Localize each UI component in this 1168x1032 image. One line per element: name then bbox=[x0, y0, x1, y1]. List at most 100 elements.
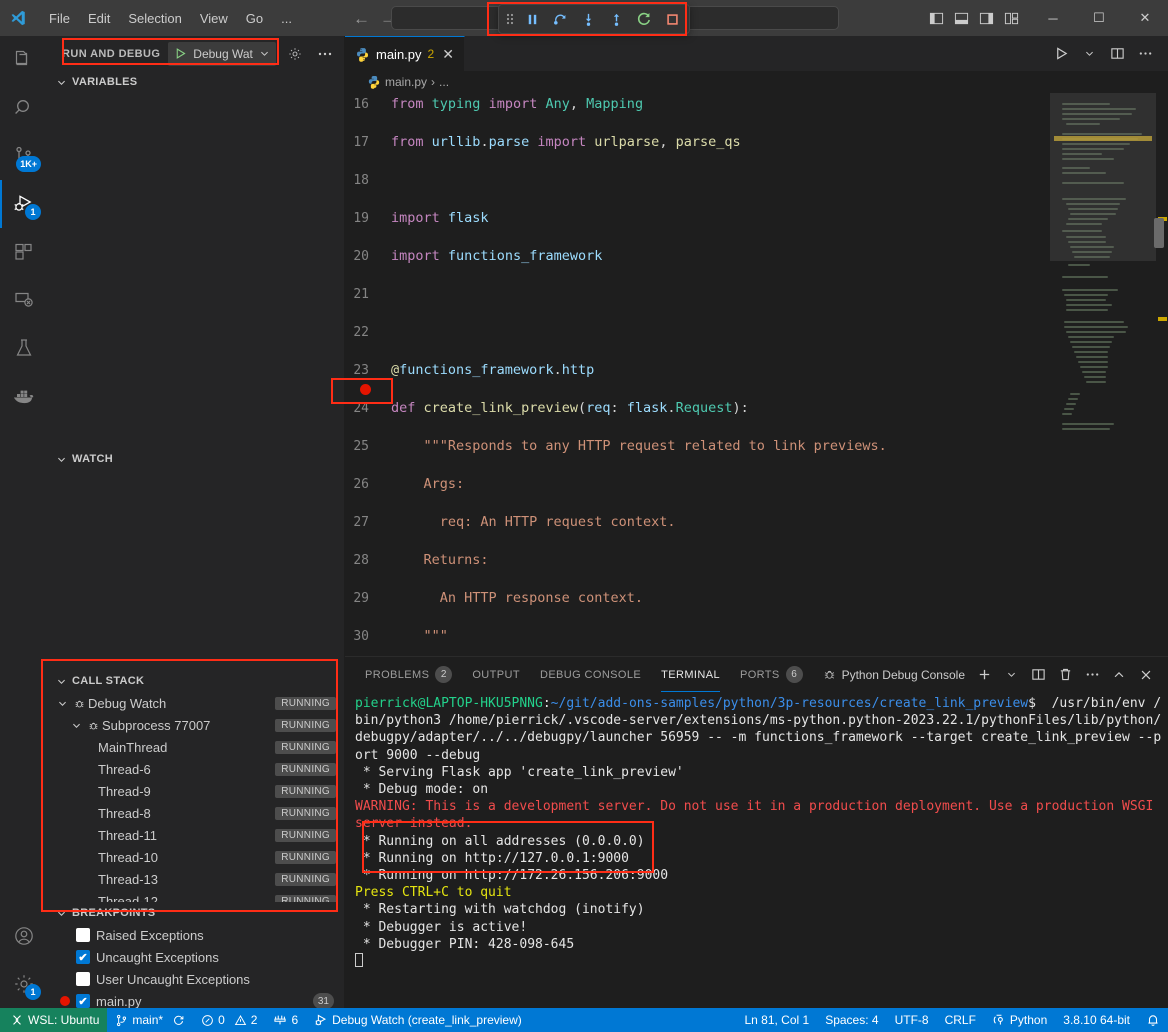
call-stack-row[interactable]: Thread-10RUNNING bbox=[48, 846, 344, 868]
pane-header-variables[interactable]: VARIABLES bbox=[48, 71, 344, 93]
panel-tab-ports[interactable]: PORTS 6 bbox=[730, 657, 813, 692]
pane-header-watch[interactable]: WATCH bbox=[48, 448, 344, 470]
editor-more-actions-icon[interactable] bbox=[1132, 41, 1158, 67]
call-stack-row[interactable]: Thread-8RUNNING bbox=[48, 802, 344, 824]
breakpoint-row[interactable]: ✔main.py31 bbox=[48, 990, 344, 1008]
breakpoint-checkbox[interactable] bbox=[76, 972, 90, 986]
run-python-file-icon[interactable] bbox=[1048, 41, 1074, 67]
toggle-panel-icon[interactable] bbox=[950, 7, 972, 29]
stop-button[interactable] bbox=[659, 7, 685, 31]
menu-edit[interactable]: Edit bbox=[79, 7, 119, 30]
code-line[interactable]: 18 bbox=[345, 171, 1050, 190]
editor-tab-main-py[interactable]: main.py 2 ✕ bbox=[345, 36, 465, 71]
kill-terminal-icon[interactable] bbox=[1053, 663, 1077, 687]
window-close-button[interactable]: ✕ bbox=[1122, 0, 1168, 36]
line-number[interactable]: 25 bbox=[345, 437, 391, 456]
status-encoding[interactable]: UTF-8 bbox=[887, 1008, 937, 1032]
window-minimize-button[interactable]: ─ bbox=[1030, 0, 1076, 36]
call-stack-row[interactable]: Thread-13RUNNING bbox=[48, 868, 344, 890]
maximize-panel-icon[interactable] bbox=[1107, 663, 1131, 687]
code-line[interactable]: 20import functions_framework bbox=[345, 247, 1050, 266]
active-terminal-selector[interactable]: Python Debug Console bbox=[818, 667, 969, 682]
panel-more-actions-icon[interactable] bbox=[1080, 663, 1104, 687]
call-stack-row[interactable]: Thread-12RUNNING bbox=[48, 890, 344, 902]
close-panel-icon[interactable] bbox=[1134, 663, 1158, 687]
activity-item-explorer[interactable] bbox=[0, 36, 48, 84]
activity-item-docker[interactable] bbox=[0, 372, 48, 420]
breakpoint-row[interactable]: User Uncaught Exceptions bbox=[48, 968, 344, 990]
run-dropdown-icon[interactable] bbox=[1076, 41, 1102, 67]
split-editor-icon[interactable] bbox=[1104, 41, 1130, 67]
chevron-down-icon[interactable] bbox=[54, 698, 70, 709]
source-code[interactable]: 16from typing import Any, Mapping 17from… bbox=[345, 93, 1050, 656]
status-notifications[interactable] bbox=[1138, 1008, 1168, 1032]
panel-tab-terminal[interactable]: TERMINAL bbox=[651, 657, 730, 692]
go-back-icon[interactable]: ← bbox=[353, 10, 370, 27]
step-out-button[interactable] bbox=[603, 7, 629, 31]
call-stack-row[interactable]: Debug WatchRUNNING bbox=[48, 692, 344, 714]
status-indentation[interactable]: Spaces: 4 bbox=[817, 1008, 886, 1032]
activity-item-testing[interactable] bbox=[0, 324, 48, 372]
close-icon[interactable]: ✕ bbox=[442, 46, 454, 63]
line-number[interactable]: 27 bbox=[345, 513, 391, 532]
line-number[interactable]: 21 bbox=[345, 285, 391, 304]
code-line[interactable]: 17from urllib.parse import urlparse, par… bbox=[345, 133, 1050, 152]
call-stack-row[interactable]: Subprocess 77007RUNNING bbox=[48, 714, 344, 736]
line-number[interactable]: 22 bbox=[345, 323, 391, 342]
code-line[interactable]: 24def create_link_preview(req: flask.Req… bbox=[345, 399, 1050, 418]
code-line[interactable]: 28 Returns: bbox=[345, 551, 1050, 570]
window-maximize-button[interactable]: ☐ bbox=[1076, 0, 1122, 36]
status-python-interpreter[interactable]: 3.8.10 64-bit bbox=[1055, 1008, 1138, 1032]
split-terminal-icon[interactable] bbox=[1026, 663, 1050, 687]
status-language-mode[interactable]: Python bbox=[984, 1008, 1055, 1032]
toggle-secondary-sidebar-icon[interactable] bbox=[975, 7, 997, 29]
customize-layout-icon[interactable] bbox=[1000, 7, 1022, 29]
breakpoint-checkbox[interactable]: ✔ bbox=[76, 950, 90, 964]
status-debug-session[interactable]: Debug Watch (create_link_preview) bbox=[306, 1008, 530, 1032]
code-line[interactable]: 19import flask bbox=[345, 209, 1050, 228]
breadcrumb-rest[interactable]: ... bbox=[439, 75, 449, 89]
status-ports-forwarded[interactable]: 6 bbox=[265, 1008, 306, 1032]
line-number[interactable]: 16 bbox=[345, 95, 391, 114]
step-into-button[interactable] bbox=[575, 7, 601, 31]
terminal-scrollbar[interactable] bbox=[1154, 218, 1164, 248]
step-over-button[interactable] bbox=[547, 7, 573, 31]
line-number[interactable]: 24 bbox=[345, 399, 391, 418]
pane-header-call-stack[interactable]: CALL STACK bbox=[48, 670, 344, 692]
line-number[interactable]: 17 bbox=[345, 133, 391, 152]
call-stack-row[interactable]: Thread-11RUNNING bbox=[48, 824, 344, 846]
pane-header-breakpoints[interactable]: BREAKPOINTS bbox=[48, 902, 344, 924]
status-problems[interactable]: 0 2 bbox=[193, 1008, 265, 1032]
code-line[interactable]: 26 Args: bbox=[345, 475, 1050, 494]
activity-item-extensions[interactable] bbox=[0, 228, 48, 276]
activity-item-run-and-debug[interactable]: 1 bbox=[0, 180, 48, 228]
line-number[interactable]: 28 bbox=[345, 551, 391, 570]
menu-go[interactable]: Go bbox=[237, 7, 272, 30]
status-git-branch[interactable]: main* bbox=[107, 1008, 193, 1032]
line-number[interactable]: 23 bbox=[345, 361, 391, 380]
menu-more[interactable]: ... bbox=[272, 7, 301, 30]
new-terminal-icon[interactable] bbox=[972, 663, 996, 687]
pause-button[interactable] bbox=[519, 7, 545, 31]
line-number[interactable]: 19 bbox=[345, 209, 391, 228]
panel-tab-output[interactable]: OUTPUT bbox=[462, 657, 530, 692]
breakpoint-row[interactable]: ✔Uncaught Exceptions bbox=[48, 946, 344, 968]
drag-handle-icon[interactable] bbox=[503, 11, 517, 27]
panel-tab-debug-console[interactable]: DEBUG CONSOLE bbox=[530, 657, 651, 692]
breadcrumb-file[interactable]: main.py bbox=[385, 75, 427, 89]
code-line[interactable]: 21 bbox=[345, 285, 1050, 304]
status-cursor-position[interactable]: Ln 81, Col 1 bbox=[736, 1008, 817, 1032]
status-remote-host[interactable]: WSL: Ubuntu bbox=[0, 1008, 107, 1032]
call-stack-row[interactable]: MainThreadRUNNING bbox=[48, 736, 344, 758]
menu-selection[interactable]: Selection bbox=[119, 7, 190, 30]
code-line[interactable]: 30 """ bbox=[345, 627, 1050, 646]
call-stack-row[interactable]: Thread-9RUNNING bbox=[48, 780, 344, 802]
breakpoint-checkbox[interactable] bbox=[76, 928, 90, 942]
code-line[interactable]: 23@functions_framework.http bbox=[345, 361, 1050, 380]
call-stack-row[interactable]: Thread-6RUNNING bbox=[48, 758, 344, 780]
launch-configuration-dropdown[interactable]: Debug Wat bbox=[168, 42, 276, 66]
editor-scrollbar[interactable] bbox=[1156, 93, 1168, 656]
sidebar-more-actions-button[interactable] bbox=[314, 43, 336, 65]
code-line[interactable]: 29 An HTTP response context. bbox=[345, 589, 1050, 608]
breakpoint-marker-line-31[interactable] bbox=[360, 384, 371, 395]
